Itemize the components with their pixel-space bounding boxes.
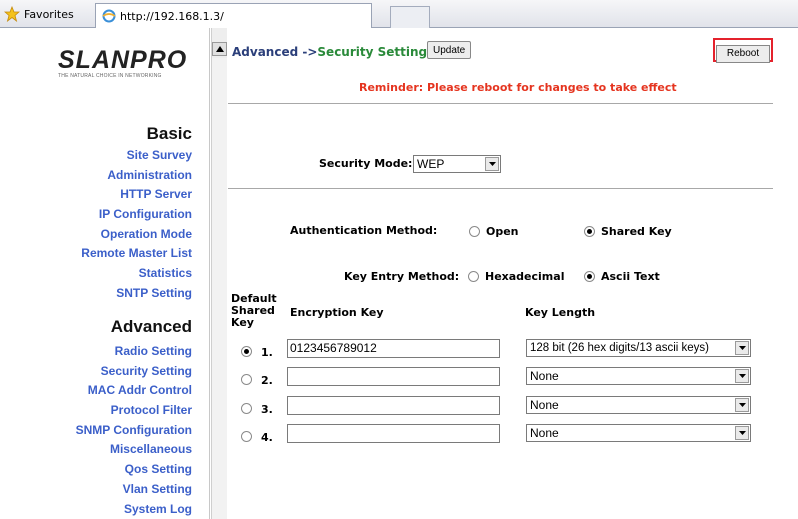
reminder-text: Reminder: Please reboot for changes to t… (359, 81, 677, 94)
row-number: 3. (261, 403, 273, 416)
sidebar-item-ip-configuration[interactable]: IP Configuration (81, 205, 192, 225)
advanced-heading: Advanced (110, 317, 192, 336)
row-number: 2. (261, 374, 273, 387)
col-key-length: Key Length (525, 306, 596, 319)
key-length-select-1[interactable]: 128 bit (26 hex digits/13 ascii keys) (526, 339, 751, 357)
main-panel: Advanced ->Security Setting Update Reboo… (228, 28, 798, 519)
row-number: 4. (261, 431, 273, 444)
star-icon (4, 6, 20, 22)
radio-on-icon (584, 226, 595, 237)
browser-toolbar: Favorites http://192.168.1.3/ (0, 0, 798, 28)
sidebar-item-system-log[interactable]: System Log (76, 500, 192, 519)
key-length-select-2[interactable]: None (526, 367, 751, 385)
key-length-value: None (530, 398, 559, 412)
sidebar-item-http-server[interactable]: HTTP Server (81, 185, 192, 205)
arrow-up-icon (215, 46, 224, 52)
basic-menu: Site Survey Administration HTTP Server I… (81, 146, 192, 304)
radio-off-icon (469, 226, 480, 237)
sidebar-item-statistics[interactable]: Statistics (81, 264, 192, 284)
new-tab-button[interactable] (390, 6, 430, 28)
key-entry-hex-radio[interactable]: Hexadecimal (468, 270, 564, 283)
auth-shared-radio[interactable]: Shared Key (584, 225, 672, 238)
radio-on-icon (584, 271, 595, 282)
ie-page-icon (102, 9, 116, 23)
radio-off-icon (241, 431, 252, 442)
sidebar-item-site-survey[interactable]: Site Survey (81, 146, 192, 166)
chevron-down-icon (735, 341, 749, 355)
key-entry-ascii-label: Ascii Text (601, 270, 660, 283)
divider (228, 188, 773, 189)
breadcrumb-parent: Advanced -> (232, 45, 318, 59)
encryption-key-input-1[interactable]: 0123456789012 (287, 339, 500, 358)
sidebar-item-mac-addr-control[interactable]: MAC Addr Control (76, 381, 192, 401)
key-length-value: None (530, 369, 559, 383)
encryption-key-input-2[interactable] (287, 367, 500, 386)
default-key-radio-2[interactable] (241, 374, 258, 385)
chevron-down-icon (735, 426, 749, 440)
auth-shared-label: Shared Key (601, 225, 672, 238)
auth-open-radio[interactable]: Open (469, 225, 519, 238)
default-key-radio-4[interactable] (241, 431, 258, 442)
col-encryption-key: Encryption Key (290, 306, 384, 319)
breadcrumb-current: Security Setting (317, 45, 428, 59)
browser-tab[interactable]: http://192.168.1.3/ (95, 3, 372, 28)
scroll-track[interactable] (212, 58, 227, 519)
advanced-menu: Radio Setting Security Setting MAC Addr … (76, 342, 192, 519)
chevron-down-icon (485, 157, 499, 171)
sidebar-item-snmp-configuration[interactable]: SNMP Configuration (76, 421, 192, 441)
key-length-value: 128 bit (26 hex digits/13 ascii keys) (530, 342, 709, 354)
default-key-radio-1[interactable] (241, 346, 258, 357)
favorites-label: Favorites (24, 7, 74, 21)
divider (228, 103, 773, 104)
sidebar-item-security-setting[interactable]: Security Setting (76, 362, 192, 382)
security-mode-label: Security Mode: (319, 157, 413, 170)
col-default-shared-key: Default Shared Key (231, 293, 277, 329)
radio-off-icon (468, 271, 479, 282)
security-mode-value: WEP (417, 157, 445, 171)
key-entry-ascii-radio[interactable]: Ascii Text (584, 270, 660, 283)
key-length-value: None (530, 426, 559, 440)
key-length-select-4[interactable]: None (526, 424, 751, 442)
auth-open-label: Open (486, 225, 519, 238)
reboot-highlight: Reboot (713, 38, 773, 63)
sidebar: SLANPRO THE NATURAL CHOICE IN NETWORKING… (0, 28, 210, 519)
key-length-select-3[interactable]: None (526, 396, 751, 414)
lanpro-logo: SLANPRO THE NATURAL CHOICE IN NETWORKING (58, 46, 198, 86)
basic-heading: Basic (146, 124, 192, 143)
col-default-line: Key (231, 316, 254, 329)
update-button[interactable]: Update (427, 41, 472, 59)
sidebar-scrollbar[interactable] (211, 28, 227, 519)
scroll-up-button[interactable] (212, 42, 227, 56)
favorites-button[interactable]: Favorites (4, 4, 74, 24)
tab-url: http://192.168.1.3/ (120, 9, 224, 23)
security-mode-select[interactable]: WEP (413, 155, 501, 173)
sidebar-item-vlan-setting[interactable]: Vlan Setting (76, 480, 192, 500)
sidebar-item-qos-setting[interactable]: Qos Setting (76, 460, 192, 480)
sidebar-item-sntp-setting[interactable]: SNTP Setting (81, 284, 192, 304)
key-entry-hex-label: Hexadecimal (485, 270, 565, 283)
key-entry-label: Key Entry Method: (344, 270, 460, 283)
logo-name: SLANPRO (58, 46, 188, 74)
radio-on-icon (241, 346, 252, 357)
sidebar-item-administration[interactable]: Administration (81, 166, 192, 186)
sidebar-item-radio-setting[interactable]: Radio Setting (76, 342, 192, 362)
encryption-key-input-4[interactable] (287, 424, 500, 443)
radio-off-icon (241, 374, 252, 385)
row-number: 1. (261, 346, 273, 359)
encryption-key-input-3[interactable] (287, 396, 500, 415)
sidebar-item-miscellaneous[interactable]: Miscellaneous (76, 440, 192, 460)
auth-method-label: Authentication Method: (290, 224, 438, 237)
sidebar-item-remote-master-list[interactable]: Remote Master List (81, 244, 192, 264)
reboot-button[interactable]: Reboot (716, 44, 770, 63)
chevron-down-icon (735, 369, 749, 383)
sidebar-item-protocol-filter[interactable]: Protocol Filter (76, 401, 192, 421)
sidebar-item-operation-mode[interactable]: Operation Mode (81, 225, 192, 245)
radio-off-icon (241, 403, 252, 414)
default-key-radio-3[interactable] (241, 403, 258, 414)
chevron-down-icon (735, 398, 749, 412)
breadcrumb: Advanced ->Security Setting (232, 45, 427, 59)
